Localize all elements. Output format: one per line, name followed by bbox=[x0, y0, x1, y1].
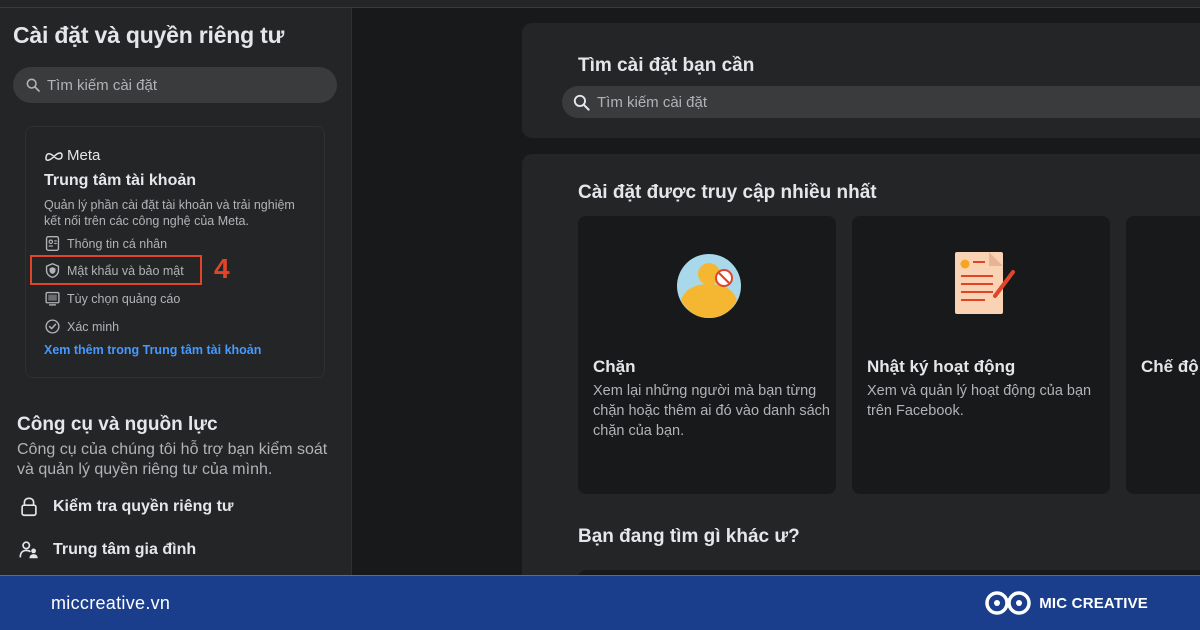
accounts-center-card: Meta Trung tâm tài khoản Quản lý phần cà… bbox=[25, 126, 325, 378]
search-card-title: Tìm cài đặt bạn cần bbox=[578, 55, 755, 76]
tile-description: Xem và quản lý hoạt động của bạn trên Fa… bbox=[867, 383, 1092, 419]
blocked-user-icon bbox=[677, 254, 741, 318]
family-icon bbox=[19, 541, 38, 559]
menu-item-personal-info[interactable]: Thông tin cá nhân bbox=[44, 235, 167, 252]
main-search[interactable] bbox=[562, 86, 1200, 118]
accounts-center-title: Trung tâm tài khoản bbox=[44, 172, 197, 189]
activity-log-icon bbox=[955, 252, 1015, 314]
most-visited-card: Cài đặt được truy cập nhiều nhất Chặn Xe… bbox=[522, 154, 1200, 584]
menu-item-ad-preferences[interactable]: Tùy chọn quảng cáo bbox=[44, 290, 180, 307]
search-icon bbox=[573, 94, 590, 111]
tile-mode[interactable]: Chế độ bbox=[1126, 216, 1200, 494]
footer-brand-name: MIC CREATIVE bbox=[1039, 594, 1148, 612]
id-card-icon bbox=[45, 236, 60, 251]
tile-activity-log[interactable]: Nhật ký hoạt động Xem và quản lý hoạt độ… bbox=[852, 216, 1110, 494]
settings-sidebar: Cài đặt và quyền riêng tư Meta Trung tâm… bbox=[0, 8, 352, 575]
sidebar-item-family-center[interactable]: Trung tâm gia đình bbox=[18, 539, 196, 561]
tile-title: Chặn bbox=[593, 357, 636, 376]
sidebar-item-label: Kiểm tra quyền riêng tư bbox=[53, 498, 234, 515]
main-search-input[interactable] bbox=[597, 93, 1097, 111]
brand-footer: miccreative.vn MIC CREATIVE bbox=[0, 575, 1200, 630]
search-settings-card: Tìm cài đặt bạn cần bbox=[522, 23, 1200, 138]
monitor-icon bbox=[45, 291, 60, 306]
most-visited-title: Cài đặt được truy cập nhiều nhất bbox=[578, 182, 877, 203]
tools-section-description: Công cụ của chúng tôi hỗ trợ bạn kiểm so… bbox=[17, 441, 328, 478]
search-icon bbox=[26, 78, 40, 92]
sidebar-search[interactable] bbox=[13, 67, 337, 103]
annotation-step-number: 4 bbox=[214, 253, 230, 284]
menu-item-label: Tùy chọn quảng cáo bbox=[67, 291, 181, 306]
sidebar-search-input[interactable] bbox=[47, 76, 317, 94]
tile-title: Chế độ bbox=[1141, 357, 1199, 376]
tools-section-title: Công cụ và nguồn lực bbox=[17, 414, 218, 435]
tile-description: Xem lại những người mà bạn từng chặn hoặ… bbox=[593, 383, 830, 439]
menu-item-verification[interactable]: Xác minh bbox=[44, 318, 119, 335]
menu-item-label: Xác minh bbox=[67, 319, 120, 334]
tile-title: Nhật ký hoạt động bbox=[867, 357, 1016, 376]
sidebar-item-privacy-checkup[interactable]: Kiểm tra quyền riêng tư bbox=[18, 496, 234, 518]
sidebar-title: Cài đặt và quyền riêng tư bbox=[13, 22, 285, 48]
mic-creative-logo-icon bbox=[985, 591, 1031, 615]
tile-blocking[interactable]: Chặn Xem lại những người mà bạn từng chặ… bbox=[578, 216, 836, 494]
accounts-center-description: Quản lý phần cài đặt tài khoản và trải n… bbox=[44, 198, 295, 228]
sidebar-item-label: Trung tâm gia đình bbox=[53, 541, 197, 558]
other-settings-title: Bạn đang tìm gì khác ư? bbox=[578, 526, 800, 547]
meta-logo: Meta bbox=[44, 147, 100, 164]
meta-infinity-icon bbox=[45, 151, 63, 161]
footer-brand: MIC CREATIVE bbox=[983, 589, 1148, 617]
footer-website: miccreative.vn bbox=[51, 593, 171, 613]
top-bar bbox=[0, 0, 1200, 8]
meta-logo-text: Meta bbox=[67, 147, 101, 164]
verified-icon bbox=[45, 319, 60, 334]
annotation-highlight-box bbox=[30, 255, 202, 285]
menu-item-label: Thông tin cá nhân bbox=[67, 236, 168, 251]
accounts-center-link[interactable]: Xem thêm trong Trung tâm tài khoản bbox=[44, 343, 261, 357]
lock-icon bbox=[21, 497, 37, 517]
